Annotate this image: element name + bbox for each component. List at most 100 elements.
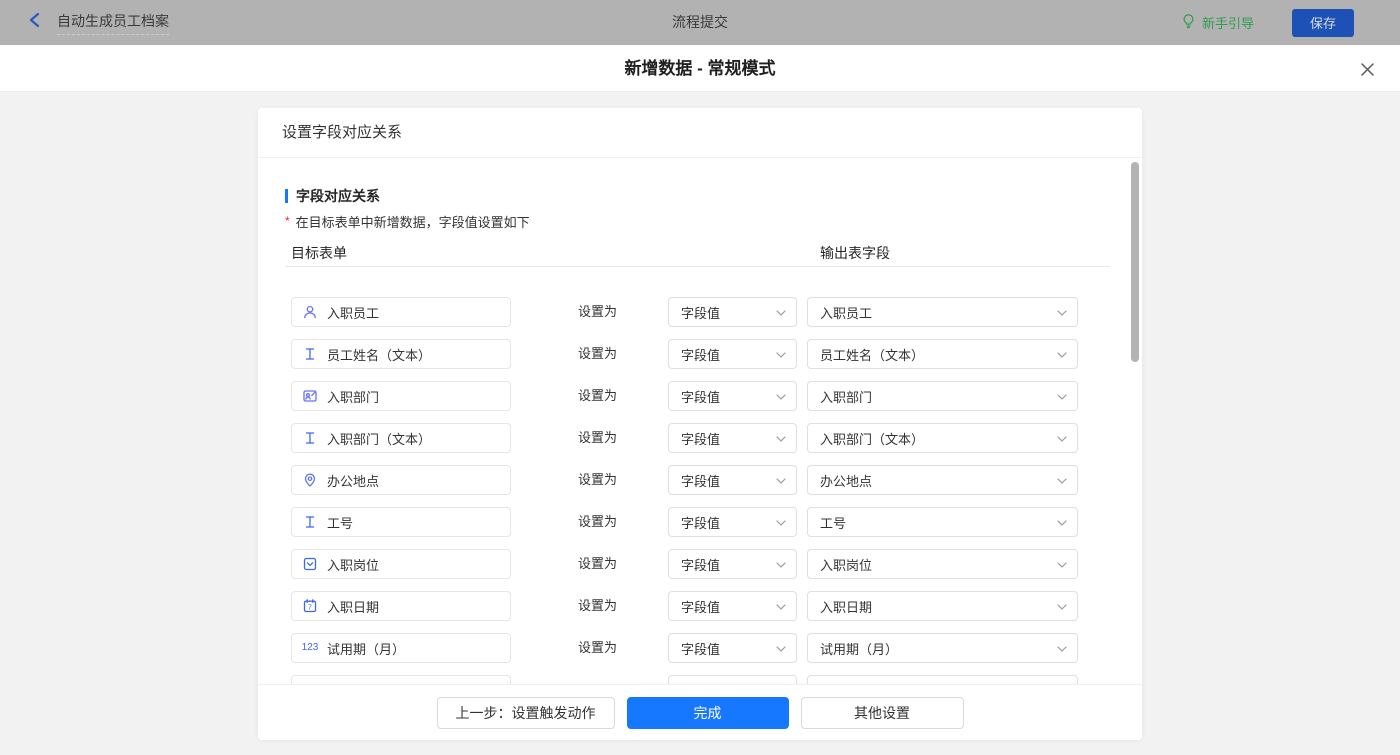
output-field-select[interactable]: 入职员工 — [807, 297, 1078, 327]
chevron-down-icon — [1057, 639, 1067, 657]
select-icon — [302, 556, 318, 572]
value-type-select[interactable]: 字段值 — [668, 381, 797, 411]
chevron-down-icon — [776, 597, 786, 615]
value-type-label: 字段值 — [681, 431, 721, 447]
output-field-label: 入职日期 — [820, 599, 873, 615]
chevron-down-icon — [776, 639, 786, 657]
field-mapping-row: 员工姓名（文本） 设置为 字段值 员工姓名（文本） — [258, 339, 1142, 369]
target-field-box[interactable]: 入职员工 — [291, 297, 511, 327]
close-icon[interactable] — [1358, 60, 1376, 78]
date-icon: 7 — [302, 598, 318, 614]
output-field-label: 入职员工 — [820, 305, 873, 321]
other-settings-button[interactable]: 其他设置 — [800, 696, 964, 729]
text-icon — [302, 430, 318, 446]
prev-step-button[interactable]: 上一步：设置触发动作 — [436, 696, 615, 729]
section-title-label: 字段对应关系 — [296, 188, 380, 204]
target-field-box[interactable]: 工号 — [291, 507, 511, 537]
save-button[interactable]: 保存 — [1292, 8, 1354, 37]
chevron-down-icon — [1057, 387, 1067, 405]
target-field-box[interactable]: 123 试用期（月） — [291, 633, 511, 663]
set-as-label: 设置为 — [578, 598, 618, 613]
output-field-select[interactable]: 办公地点 — [807, 465, 1078, 495]
target-field-label: 试用期（月） — [327, 641, 406, 657]
output-field-select[interactable]: 入职部门 — [807, 381, 1078, 411]
chevron-down-icon — [1057, 597, 1067, 615]
target-field-box[interactable]: 入职岗位 — [291, 549, 511, 579]
field-mapping-row: 123 试用期（月） 设置为 字段值 试用期（月） — [258, 633, 1142, 663]
output-field-select[interactable] — [807, 675, 1078, 684]
set-as-label: 设置为 — [578, 556, 618, 571]
value-type-select[interactable]: 字段值 — [668, 549, 797, 579]
output-field-select[interactable]: 试用期（月） — [807, 633, 1078, 663]
target-field-box[interactable]: 入职部门（文本） — [291, 423, 511, 453]
output-field-select[interactable]: 员工姓名（文本） — [807, 339, 1078, 369]
location-icon — [302, 472, 318, 488]
description-text: 在目标表单中新增数据，字段值设置如下 — [295, 215, 530, 230]
number-icon: 123 — [301, 642, 319, 653]
required-asterisk: * — [285, 214, 290, 228]
target-field-label: 入职日期 — [327, 599, 380, 615]
field-mapping-row: 入职员工 设置为 字段值 入职员工 — [258, 297, 1142, 327]
modal-title: 新增数据 - 常规模式 — [624, 59, 776, 78]
chevron-down-icon — [1057, 513, 1067, 531]
section-title: 字段对应关系 — [285, 186, 380, 206]
target-field-label: 入职岗位 — [327, 557, 380, 573]
target-field-box[interactable] — [291, 675, 511, 684]
column-header-target-form: 目标表单 — [291, 245, 347, 261]
chevron-down-icon — [776, 303, 786, 321]
text-icon — [302, 346, 318, 362]
value-type-select[interactable] — [668, 675, 797, 684]
value-type-select[interactable]: 字段值 — [668, 633, 797, 663]
modal-body: 设置字段对应关系 字段对应关系 * 在目标表单中新增数据，字段值设置如下 目标表单… — [0, 92, 1400, 755]
chevron-down-icon — [1057, 303, 1067, 321]
value-type-label: 字段值 — [681, 389, 721, 405]
output-field-label: 员工姓名（文本） — [820, 347, 925, 363]
value-type-label: 字段值 — [681, 557, 721, 573]
chevron-down-icon — [1057, 429, 1067, 447]
target-field-box[interactable]: 7 入职日期 — [291, 591, 511, 621]
scrollbar-thumb[interactable] — [1131, 162, 1139, 362]
output-field-label: 办公地点 — [820, 473, 873, 489]
field-mapping-row: 入职岗位 设置为 字段值 入职岗位 — [258, 549, 1142, 579]
value-type-select[interactable]: 字段值 — [668, 423, 797, 453]
value-type-select[interactable]: 字段值 — [668, 507, 797, 537]
value-type-select[interactable]: 字段值 — [668, 591, 797, 621]
chevron-down-icon — [776, 471, 786, 489]
done-button[interactable]: 完成 — [626, 696, 789, 729]
chevron-down-icon — [1057, 555, 1067, 573]
chevron-down-icon — [1057, 471, 1067, 489]
output-field-select[interactable]: 入职日期 — [807, 591, 1078, 621]
field-mapping-content: 字段对应关系 * 在目标表单中新增数据，字段值设置如下 目标表单 输出表字段 入职… — [258, 158, 1142, 684]
value-type-select[interactable]: 字段值 — [668, 339, 797, 369]
set-as-label: 设置为 — [578, 346, 618, 361]
modal-header: 新增数据 - 常规模式 — [0, 45, 1400, 92]
set-as-label: 设置为 — [578, 430, 618, 445]
column-divider — [285, 266, 1110, 267]
card-title: 设置字段对应关系 — [258, 108, 1142, 158]
field-mapping-row: 入职部门（文本） 设置为 字段值 入职部门（文本） — [258, 423, 1142, 453]
output-field-select[interactable]: 入职部门（文本） — [807, 423, 1078, 453]
value-type-label: 字段值 — [681, 473, 721, 489]
value-type-select[interactable]: 字段值 — [668, 297, 797, 327]
output-field-select[interactable]: 入职岗位 — [807, 549, 1078, 579]
output-field-label: 工号 — [820, 515, 847, 531]
section-accent-bar — [285, 189, 288, 203]
field-mapping-row: 入职部门 设置为 字段值 入职部门 — [258, 381, 1142, 411]
svg-text:7: 7 — [308, 605, 312, 612]
chevron-down-icon — [776, 387, 786, 405]
value-type-select[interactable]: 字段值 — [668, 465, 797, 495]
user-icon — [302, 304, 318, 320]
target-field-box[interactable]: 办公地点 — [291, 465, 511, 495]
topbar: 自动生成员工档案 流程提交 新手引导 保存 — [0, 0, 1400, 45]
lightbulb-icon — [1181, 13, 1196, 32]
output-field-select[interactable]: 工号 — [807, 507, 1078, 537]
target-field-box[interactable]: 入职部门 — [291, 381, 511, 411]
value-type-label: 字段值 — [681, 305, 721, 321]
chevron-down-icon — [776, 513, 786, 531]
chevron-down-icon — [776, 555, 786, 573]
beginner-guide-link[interactable]: 新手引导 — [1181, 13, 1254, 32]
target-field-box[interactable]: 员工姓名（文本） — [291, 339, 511, 369]
output-field-label: 入职岗位 — [820, 557, 873, 573]
dept-icon — [302, 388, 318, 404]
target-field-label: 办公地点 — [327, 473, 380, 489]
